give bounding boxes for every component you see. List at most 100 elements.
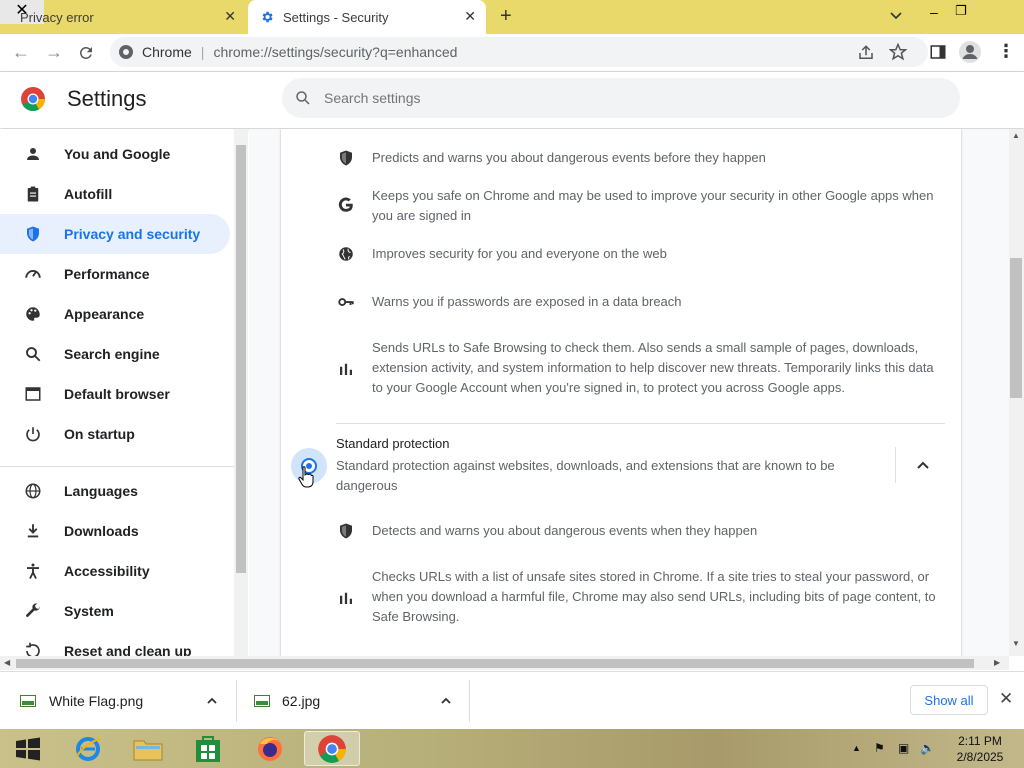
- feature-text: Detects and warns you about dangerous ev…: [372, 523, 758, 538]
- system-clock[interactable]: 2:11 PM 2/8/2025: [950, 733, 1010, 765]
- start-button[interactable]: [0, 731, 56, 766]
- chrome-logo-icon: [21, 87, 45, 112]
- back-arrow-icon[interactable]: ←: [12, 42, 30, 63]
- reload-icon[interactable]: [77, 44, 95, 62]
- key-icon: [338, 298, 354, 306]
- settings-sidebar: You and Google Autofill Privacy and secu…: [0, 129, 234, 656]
- search-settings-box[interactable]: [282, 78, 960, 118]
- bookmark-star-icon[interactable]: [889, 43, 907, 61]
- store-icon: [196, 735, 220, 762]
- chrome-taskbar[interactable]: [304, 731, 360, 766]
- page-title: Settings: [67, 86, 147, 111]
- power-icon: [26, 427, 40, 442]
- download-filename: 62.jpg: [282, 693, 321, 709]
- sidebar-item-system[interactable]: System: [0, 591, 230, 631]
- scroll-right-arrow-icon[interactable]: ▶: [994, 658, 1000, 667]
- feature-text: Checks URLs with a list of unsafe sites …: [372, 569, 936, 624]
- browser-icon: [25, 387, 41, 401]
- sidebar-item-on-startup[interactable]: On startup: [0, 414, 230, 454]
- internet-explorer-taskbar[interactable]: [60, 731, 116, 766]
- accessibility-icon: [27, 563, 39, 579]
- sidebar-divider: [0, 466, 234, 467]
- chevron-down-icon[interactable]: [889, 9, 903, 23]
- forward-arrow-icon[interactable]: →: [45, 42, 63, 63]
- collapse-button[interactable]: [895, 447, 945, 483]
- browser-toolbar: ← → Chrome | chrome://settings/security?…: [0, 34, 1024, 72]
- folder-icon: [133, 740, 163, 760]
- download-separator: [236, 680, 237, 722]
- image-file-icon: [20, 695, 36, 707]
- tab-title: Privacy error: [20, 9, 94, 25]
- person-icon: [27, 148, 39, 160]
- safe-browsing-card: Predicts and warns you about dangerous e…: [281, 129, 961, 656]
- side-panel-icon[interactable]: [929, 43, 947, 61]
- chevron-up-icon[interactable]: [440, 695, 452, 707]
- tab-privacy-error[interactable]: Privacy error ✕: [0, 0, 246, 34]
- file-explorer-taskbar[interactable]: [120, 731, 176, 766]
- tab-settings-security[interactable]: Settings - Security ✕: [248, 0, 486, 34]
- sidebar-item-accessibility[interactable]: Accessibility: [0, 551, 230, 591]
- clock-time: 2:11 PM: [958, 734, 1002, 748]
- tab-strip: Privacy error ✕ Settings - Security ✕ + …: [0, 0, 1024, 34]
- url-separator: |: [200, 44, 205, 60]
- internet-explorer-icon: [76, 736, 101, 761]
- reset-icon: [26, 642, 40, 656]
- close-icon[interactable]: ✕: [464, 8, 476, 25]
- sidebar-item-privacy-and-security[interactable]: Privacy and security: [0, 214, 230, 254]
- maximize-button[interactable]: ❐: [955, 3, 967, 19]
- sidebar-item-you-and-google[interactable]: You and Google: [0, 134, 230, 174]
- close-icon[interactable]: ✕: [999, 689, 1013, 709]
- site-label: Chrome: [142, 44, 192, 60]
- minimize-button[interactable]: –: [930, 4, 938, 20]
- globe-icon: [25, 483, 41, 499]
- action-center-flag-icon[interactable]: ⚑: [874, 741, 885, 755]
- sidebar-item-appearance[interactable]: Appearance: [0, 294, 230, 334]
- new-tab-button[interactable]: +: [500, 5, 512, 28]
- shield-icon: [27, 226, 39, 242]
- profile-avatar-icon[interactable]: [958, 40, 982, 64]
- download-separator: [469, 680, 470, 722]
- close-icon[interactable]: ✕: [224, 8, 236, 25]
- scroll-up-arrow-icon[interactable]: ▲: [1012, 131, 1020, 140]
- chrome-icon: [318, 734, 346, 763]
- sidebar-item-performance[interactable]: Performance: [0, 254, 230, 294]
- palette-icon: [26, 307, 40, 321]
- volume-icon[interactable]: 🔈: [920, 741, 935, 755]
- image-file-icon: [254, 695, 270, 707]
- globe-icon: [339, 247, 353, 261]
- download-item[interactable]: 62.jpg: [254, 672, 464, 730]
- sidebar-item-languages[interactable]: Languages: [0, 471, 230, 511]
- firefox-icon: [258, 736, 282, 761]
- sidebar-scrollbar-thumb[interactable]: [236, 145, 246, 573]
- scroll-left-arrow-icon[interactable]: ◀: [4, 658, 10, 667]
- windows-logo-icon: [16, 737, 40, 760]
- standard-protection-description: Standard protection against websites, do…: [336, 458, 835, 493]
- wrench-icon: [26, 603, 40, 617]
- show-all-downloads-button[interactable]: Show all: [910, 685, 988, 715]
- share-icon[interactable]: [857, 44, 875, 62]
- store-taskbar[interactable]: [180, 731, 236, 766]
- more-menu-icon[interactable]: ⋮: [997, 41, 1015, 62]
- settings-header: Settings: [0, 72, 1024, 128]
- sidebar-item-downloads[interactable]: Downloads: [0, 511, 230, 551]
- network-icon[interactable]: ▣: [898, 741, 909, 755]
- search-icon: [26, 347, 41, 362]
- sidebar-item-autofill[interactable]: Autofill: [0, 174, 230, 214]
- chrome-site-icon: [119, 45, 133, 59]
- address-bar[interactable]: Chrome | chrome://settings/security?q=en…: [110, 37, 928, 67]
- scroll-down-arrow-icon[interactable]: ▼: [1012, 639, 1020, 648]
- main-scrollbar-thumb[interactable]: [1010, 258, 1022, 398]
- firefox-taskbar[interactable]: [242, 731, 298, 766]
- download-icon: [27, 524, 39, 538]
- search-input[interactable]: [324, 90, 924, 106]
- settings-main: Predicts and warns you about dangerous e…: [249, 129, 1009, 656]
- horizontal-scrollbar-thumb[interactable]: [16, 659, 974, 668]
- sidebar-item-search-engine[interactable]: Search engine: [0, 334, 230, 374]
- tray-expand-icon[interactable]: ▲: [852, 743, 861, 753]
- chevron-up-icon[interactable]: [206, 695, 218, 707]
- sidebar-item-default-browser[interactable]: Default browser: [0, 374, 230, 414]
- section-divider: [336, 423, 945, 424]
- download-item[interactable]: White Flag.png: [20, 672, 230, 730]
- bar-chart-icon: [340, 363, 352, 375]
- sidebar-item-reset-and-clean-up[interactable]: Reset and clean up: [0, 631, 230, 656]
